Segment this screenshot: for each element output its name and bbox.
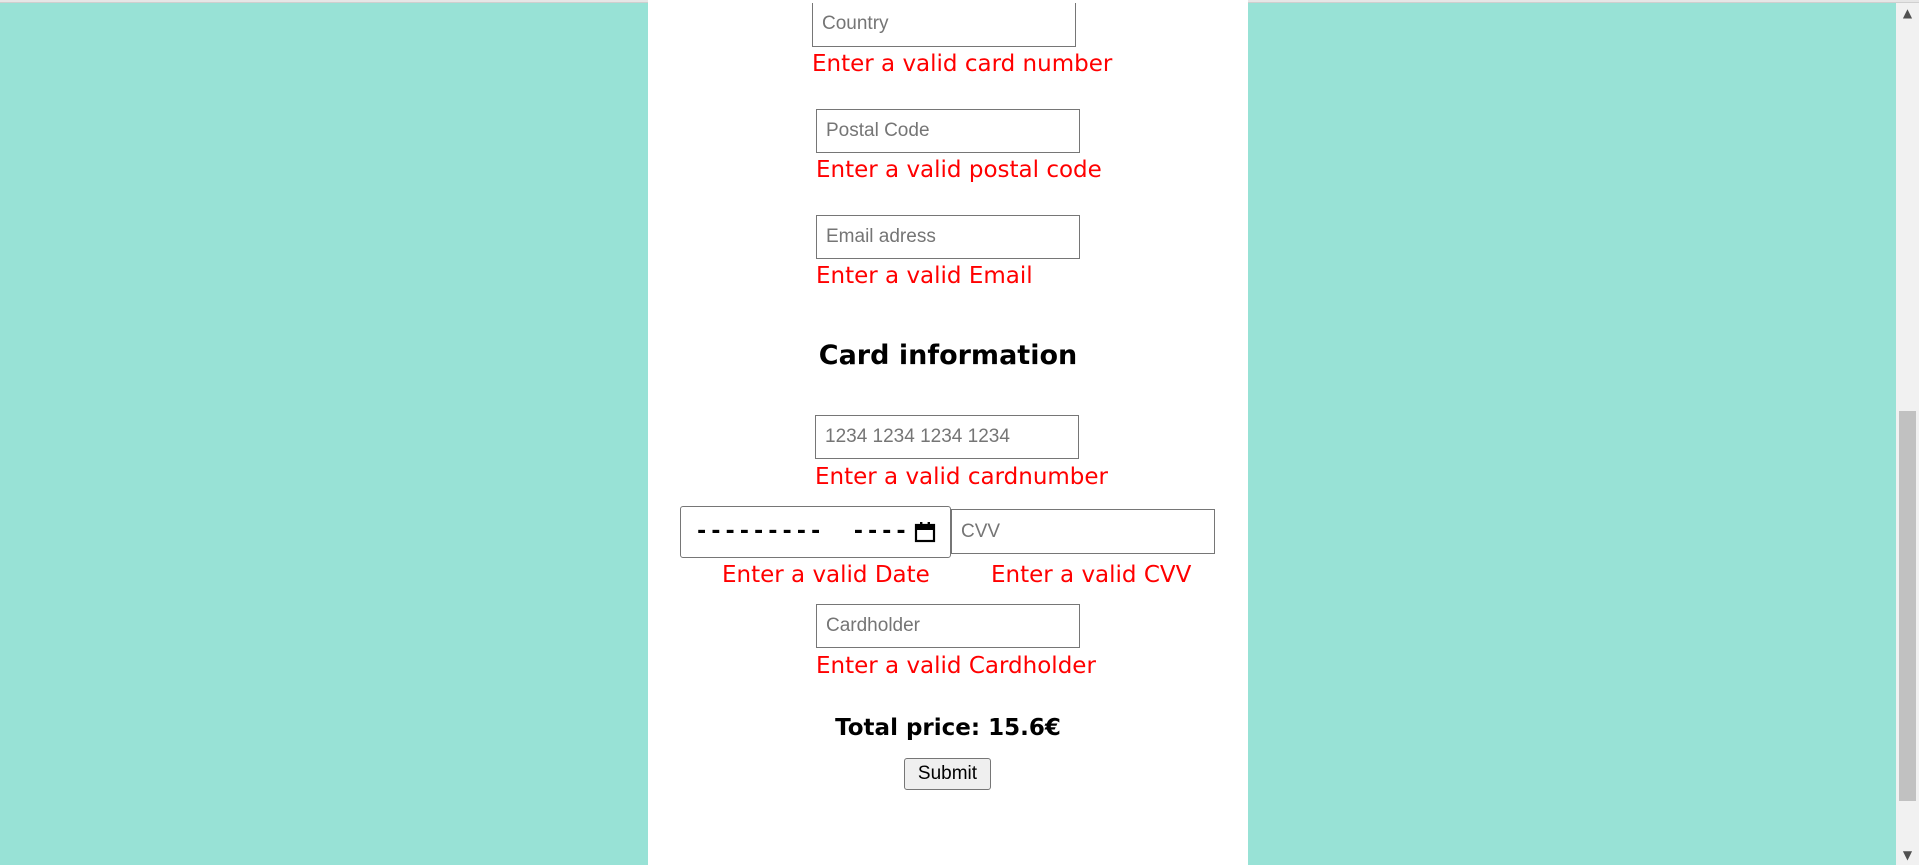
scrollbar-thumb[interactable]	[1899, 411, 1916, 801]
calendar-icon[interactable]	[914, 521, 936, 543]
card-number-error: Enter a valid cardnumber	[815, 464, 1109, 490]
card-information-heading: Card information	[818, 340, 1078, 371]
country-error: Enter a valid card number	[812, 51, 1113, 77]
cvv-input[interactable]: CVV	[951, 509, 1215, 554]
arrow-up-icon[interactable]: ▲	[1896, 3, 1919, 23]
submit-button[interactable]: Submit	[904, 758, 991, 790]
vertical-scrollbar[interactable]: ▲ ▼	[1896, 3, 1919, 865]
postal-code-error: Enter a valid postal code	[816, 157, 1102, 183]
card-number-input[interactable]: 1234 1234 1234 1234	[815, 415, 1079, 459]
expiry-date-error: Enter a valid Date	[722, 562, 930, 588]
cardholder-error: Enter a valid Cardholder	[816, 653, 1096, 679]
total-price: Total price: 15.6€	[835, 715, 1061, 741]
email-error: Enter a valid Email	[816, 263, 1033, 289]
cvv-error: Enter a valid CVV	[991, 562, 1192, 588]
email-input[interactable]: Email adress	[816, 215, 1080, 259]
arrow-down-icon[interactable]: ▼	[1896, 845, 1919, 865]
date-mask: --------- ----	[695, 519, 909, 544]
postal-code-input[interactable]: Postal Code	[816, 109, 1080, 153]
expiry-date-input[interactable]: --------- ----	[680, 506, 951, 558]
country-input[interactable]: Country	[812, 3, 1076, 47]
cardholder-input[interactable]: Cardholder	[816, 604, 1080, 648]
